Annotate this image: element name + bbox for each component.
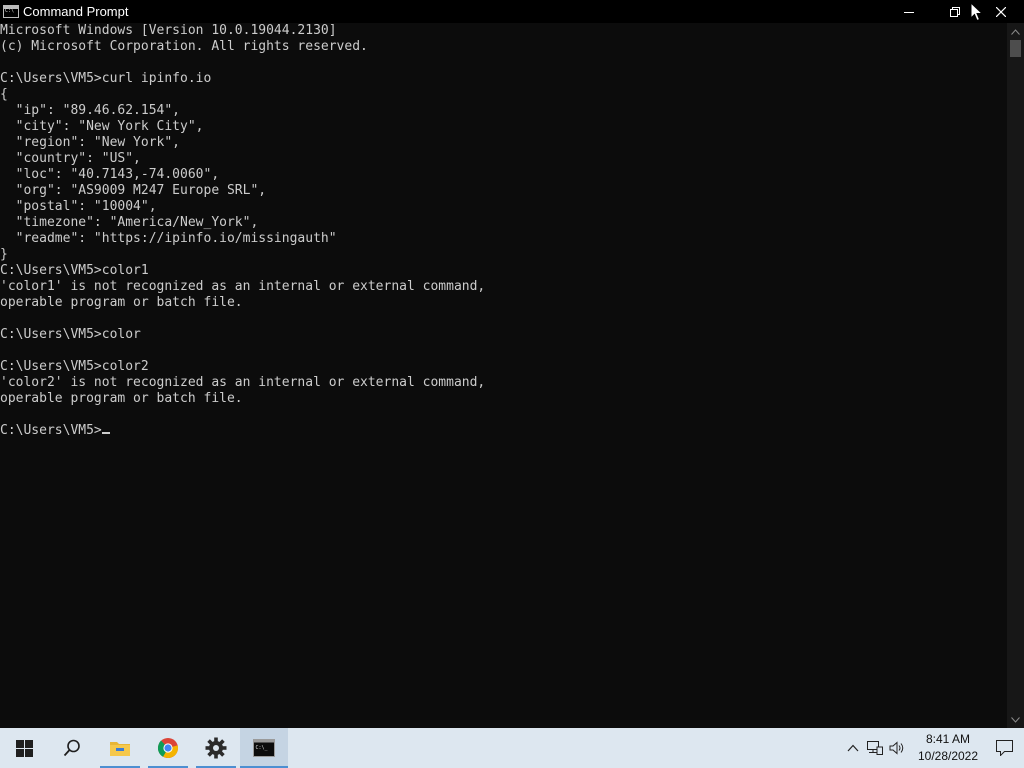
taskbar-file-explorer[interactable] xyxy=(96,728,144,768)
settings-gear-icon xyxy=(205,737,227,759)
volume-button[interactable] xyxy=(886,728,908,768)
mouse-pointer-icon xyxy=(970,2,984,22)
search-icon xyxy=(63,739,80,757)
console-line: C:\Users\VM5>color2 xyxy=(0,359,149,374)
chevron-up-icon xyxy=(847,744,859,752)
text-cursor xyxy=(101,432,110,434)
taskbar-chrome[interactable] xyxy=(144,728,192,768)
network-icon xyxy=(867,741,883,755)
title-bar[interactable]: Command Prompt xyxy=(0,0,1024,23)
console-line: operable program or batch file. xyxy=(0,295,243,310)
console-line: "org": "AS9009 M247 Europe SRL", xyxy=(15,183,267,198)
command-prompt-icon: C:\_ xyxy=(253,739,275,757)
console-line: C:\Users\VM5>color1 xyxy=(0,263,149,278)
console-line: 'color2' is not recognized as an interna… xyxy=(0,375,486,390)
clock-date: 10/28/2022 xyxy=(917,749,979,763)
close-button[interactable] xyxy=(978,0,1024,23)
system-tray: 8:41 AM 10/28/2022 xyxy=(842,728,1024,768)
volume-icon xyxy=(889,741,904,755)
taskbar-command-prompt[interactable]: C:\_ xyxy=(240,728,288,768)
current-prompt: C:\Users\VM5> xyxy=(0,423,102,438)
console-line: "postal": "10004", xyxy=(15,199,157,214)
console-line: { xyxy=(0,87,8,102)
console-line: "country": "US", xyxy=(15,151,141,166)
console-line: "loc": "40.7143,-74.0060", xyxy=(15,167,220,182)
console-line: "readme": "https://ipinfo.io/missingauth… xyxy=(15,231,337,246)
clock-time: 8:41 AM xyxy=(925,732,971,746)
console-line: 'color1' is not recognized as an interna… xyxy=(0,279,486,294)
scroll-down-button[interactable] xyxy=(1007,711,1024,728)
console-line: (c) Microsoft Corporation. All rights re… xyxy=(0,39,368,54)
file-explorer-icon xyxy=(110,742,130,756)
svg-text:C:\_: C:\_ xyxy=(256,745,269,751)
close-icon xyxy=(996,6,1006,17)
window-controls xyxy=(886,0,1024,23)
command-prompt-icon xyxy=(3,5,19,18)
console-line: } xyxy=(0,247,8,262)
minimize-button[interactable] xyxy=(886,0,932,23)
console-area[interactable]: Microsoft Windows [Version 10.0.19044.21… xyxy=(0,23,1005,728)
console-line: C:\Users\VM5>color xyxy=(0,327,141,342)
scroll-up-arrow-icon xyxy=(1011,28,1020,35)
minimize-icon xyxy=(904,11,914,13)
start-button[interactable] xyxy=(0,728,48,768)
console-line: Microsoft Windows [Version 10.0.19044.21… xyxy=(0,23,337,38)
window-title: Command Prompt xyxy=(23,4,129,19)
notification-icon xyxy=(995,740,1013,756)
windows-start-icon xyxy=(15,739,33,757)
taskbar-settings[interactable] xyxy=(192,728,240,768)
console-line: "timezone": "America/New_York", xyxy=(15,215,259,230)
clock[interactable]: 8:41 AM 10/28/2022 xyxy=(912,731,984,765)
console-line: "region": "New York", xyxy=(15,135,181,150)
restore-icon xyxy=(950,6,960,17)
show-hidden-icons-button[interactable] xyxy=(842,728,864,768)
scroll-up-button[interactable] xyxy=(1007,23,1024,40)
taskbar: C:\_ 8:41 AM 10/28/2022 xyxy=(0,728,1024,768)
search-button[interactable] xyxy=(48,728,96,768)
scroll-thumb[interactable] xyxy=(1010,40,1021,57)
vertical-scrollbar[interactable] xyxy=(1007,23,1024,728)
network-button[interactable] xyxy=(864,728,886,768)
console-line: C:\Users\VM5>curl ipinfo.io xyxy=(0,71,212,86)
console-line: "city": "New York City", xyxy=(15,119,204,134)
console-output: Microsoft Windows [Version 10.0.19044.21… xyxy=(0,23,1005,439)
console-lines: Microsoft Windows [Version 10.0.19044.21… xyxy=(0,23,485,406)
console-line: operable program or batch file. xyxy=(0,391,243,406)
scroll-down-arrow-icon xyxy=(1011,716,1020,723)
console-line: "ip": "89.46.62.154", xyxy=(15,103,181,118)
chrome-icon xyxy=(157,738,179,759)
action-center-button[interactable] xyxy=(984,728,1024,768)
